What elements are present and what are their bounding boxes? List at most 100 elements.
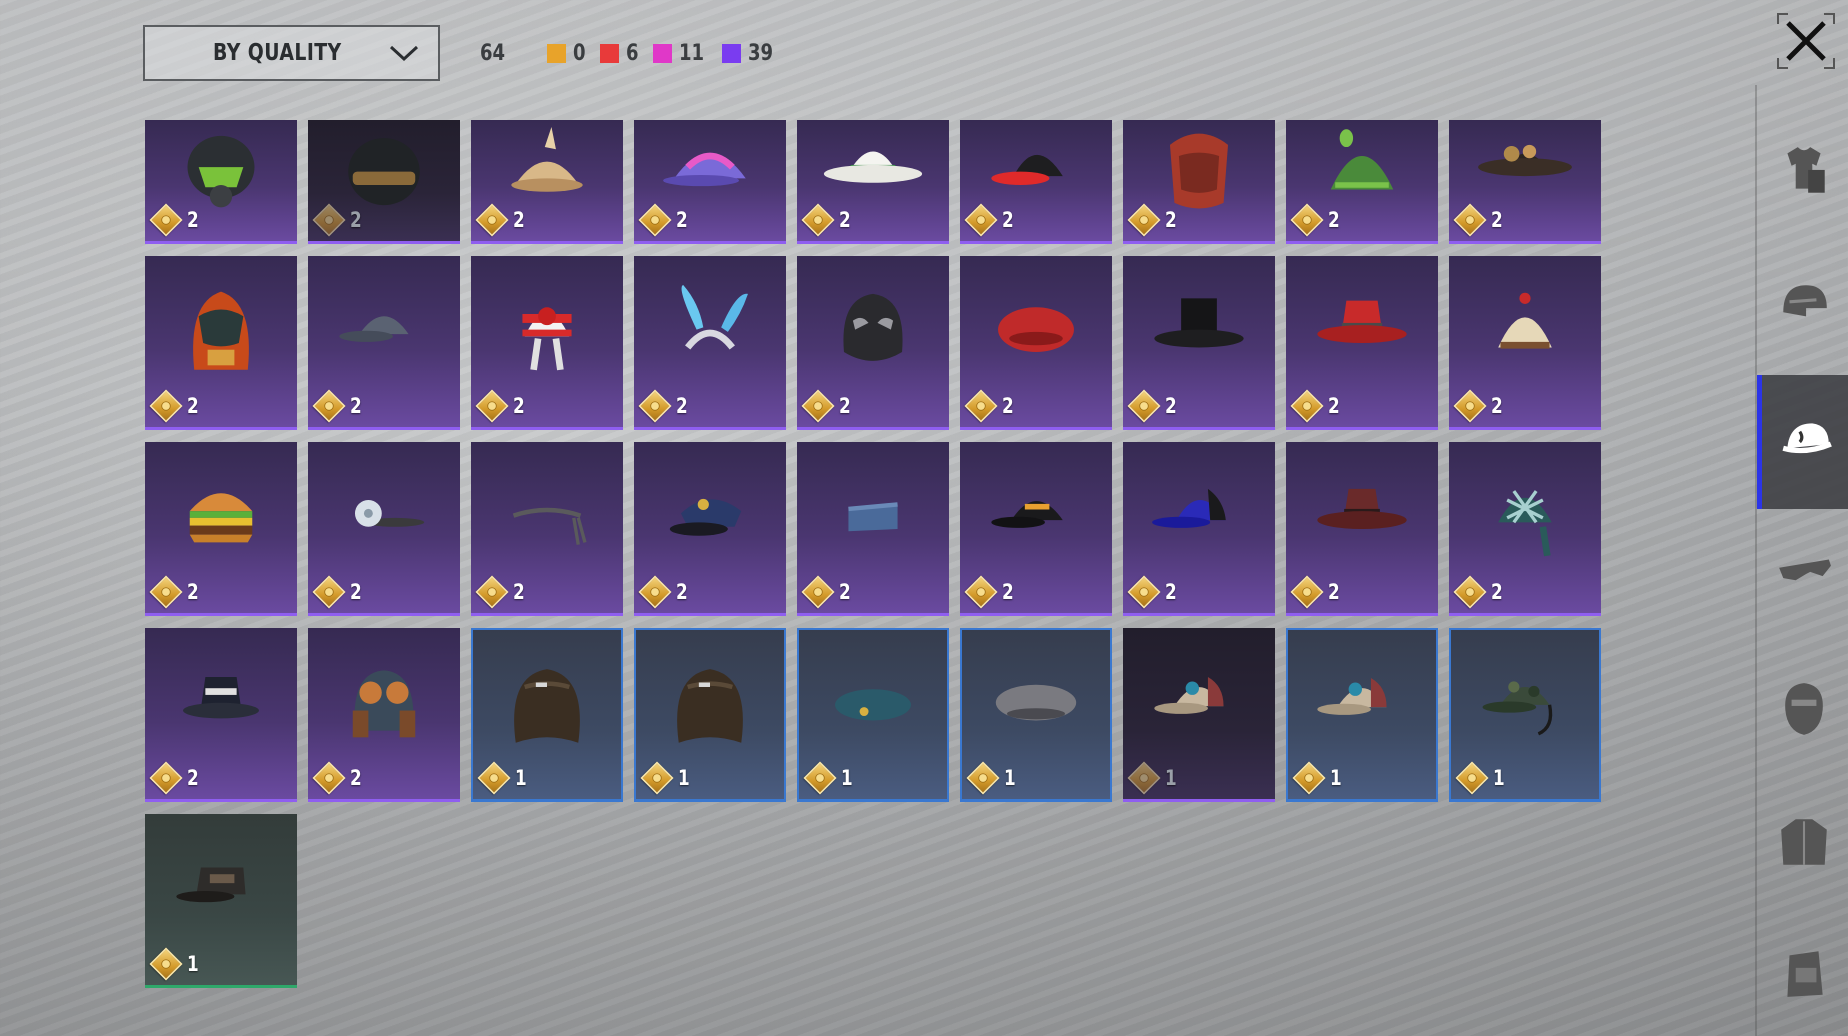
item-tile[interactable]: 2 — [145, 256, 297, 430]
outfit-icon — [1786, 147, 1825, 193]
item-tile[interactable]: 2 — [1286, 442, 1438, 616]
striped-jester-hat-icon — [491, 281, 603, 382]
item-copies: 2 — [1290, 575, 1343, 609]
item-copies: 1 — [640, 761, 693, 795]
copies-count: 2 — [1165, 208, 1177, 232]
copies-count: 2 — [1491, 580, 1503, 604]
item-tile[interactable]: 2 — [1286, 120, 1438, 244]
headlamp-band-icon — [328, 467, 440, 568]
copies-count: 1 — [1330, 766, 1342, 790]
copies-count: 1 — [1493, 766, 1505, 790]
sidebar-tab-outfit[interactable] — [1757, 105, 1848, 239]
plaid-bandana-icon — [1469, 467, 1581, 568]
item-tile[interactable]: 2 — [960, 120, 1112, 244]
category-sidebar — [1755, 85, 1848, 1036]
upgrade-medal-icon — [1453, 575, 1487, 609]
upgrade-medal-icon — [475, 203, 509, 237]
mask-icon — [1784, 683, 1823, 735]
item-tile[interactable]: 2 — [1449, 120, 1601, 244]
copies-count: 2 — [1328, 580, 1340, 604]
item-tile[interactable]: 2 — [960, 442, 1112, 616]
sidebar-tab-jacket[interactable] — [1757, 775, 1848, 909]
item-copies: 1 — [966, 761, 1019, 795]
item-tile[interactable]: 2 — [634, 120, 786, 244]
item-copies: 2 — [149, 203, 202, 237]
item-tile[interactable]: 2 — [797, 120, 949, 244]
item-copies: 2 — [149, 575, 202, 609]
item-copies: 2 — [801, 203, 854, 237]
upgrade-medal-icon — [312, 761, 346, 795]
quality-swatch — [546, 43, 566, 63]
brown-wig-icon — [654, 654, 766, 755]
headband-icon — [491, 467, 603, 568]
upgrade-medal-icon — [149, 575, 183, 609]
copies-count: 2 — [676, 208, 688, 232]
item-tile[interactable]: 2 — [145, 442, 297, 616]
upgrade-medal-icon — [1127, 761, 1161, 795]
item-tile[interactable]: 2 — [1449, 442, 1601, 616]
glasses-icon — [1778, 559, 1831, 581]
item-tile[interactable]: 2 — [308, 628, 460, 802]
item-copies: 2 — [1453, 389, 1506, 423]
item-tile[interactable]: 1 — [634, 628, 786, 802]
item-copies: 1 — [803, 761, 856, 795]
item-tile[interactable]: 2 — [308, 442, 460, 616]
pilot-cap-icon — [654, 467, 766, 568]
copies-count: 2 — [1165, 394, 1177, 418]
item-tile[interactable]: 1 — [960, 628, 1112, 802]
item-tile[interactable]: 2 — [308, 256, 460, 430]
item-tile[interactable]: 1 — [797, 628, 949, 802]
item-copies: 1 — [1127, 761, 1180, 795]
item-copies: 2 — [1127, 575, 1180, 609]
item-tile[interactable]: 2 — [145, 120, 297, 244]
upgrade-medal-icon — [1127, 203, 1161, 237]
item-tile[interactable]: 1 — [145, 814, 297, 988]
quality-count-mythic: 6 — [599, 41, 641, 66]
item-tile[interactable]: 2 — [471, 256, 623, 430]
item-copies: 2 — [475, 389, 528, 423]
item-tile[interactable]: 2 — [797, 256, 949, 430]
item-tile[interactable]: 2 — [1123, 120, 1275, 244]
item-tile[interactable]: 1 — [1123, 628, 1275, 802]
item-tile[interactable]: 2 — [145, 628, 297, 802]
item-tile[interactable]: 2 — [308, 120, 460, 244]
item-tile[interactable]: 2 — [960, 256, 1112, 430]
upgrade-medal-icon — [1127, 575, 1161, 609]
copies-count: 1 — [515, 766, 527, 790]
red-beret-icon — [980, 281, 1092, 382]
copies-count: 2 — [187, 766, 199, 790]
item-tile[interactable]: 2 — [1286, 256, 1438, 430]
quality-count-value: 39 — [747, 40, 773, 66]
item-copies: 2 — [1127, 389, 1180, 423]
sidebar-tab-glasses[interactable] — [1757, 507, 1848, 641]
item-tile[interactable]: 2 — [634, 442, 786, 616]
item-copies: 2 — [1290, 203, 1343, 237]
item-tile[interactable]: 1 — [471, 628, 623, 802]
copies-count: 2 — [839, 208, 851, 232]
sidebar-tab-backpack[interactable] — [1757, 905, 1848, 1036]
beige-cap-icon — [1143, 653, 1255, 754]
item-tile[interactable]: 1 — [1286, 628, 1438, 802]
item-tile[interactable]: 2 — [1123, 442, 1275, 616]
item-tile[interactable]: 1 — [1449, 628, 1601, 802]
item-tile[interactable]: 2 — [797, 442, 949, 616]
item-tile[interactable]: 2 — [471, 442, 623, 616]
copies-count: 2 — [513, 394, 525, 418]
copies-count: 2 — [187, 580, 199, 604]
item-tile[interactable]: 2 — [1449, 256, 1601, 430]
close-button[interactable] — [1774, 10, 1838, 72]
copies-count: 2 — [1328, 394, 1340, 418]
sidebar-tab-helmet[interactable] — [1757, 239, 1848, 373]
upgrade-medal-icon — [964, 389, 998, 423]
item-copies: 2 — [1127, 203, 1180, 237]
upgrade-medal-icon — [1290, 203, 1324, 237]
quality-count-legendary: 0 — [546, 41, 588, 66]
item-tile[interactable]: 2 — [1123, 256, 1275, 430]
item-tile[interactable]: 2 — [471, 120, 623, 244]
grey-beret-icon — [980, 654, 1092, 755]
sort-dropdown[interactable]: BY QUALITY — [143, 25, 440, 81]
sidebar-tab-mask[interactable] — [1757, 641, 1848, 775]
sidebar-tab-cap[interactable] — [1757, 375, 1848, 509]
item-tile[interactable]: 2 — [634, 256, 786, 430]
item-copies: 2 — [312, 389, 365, 423]
